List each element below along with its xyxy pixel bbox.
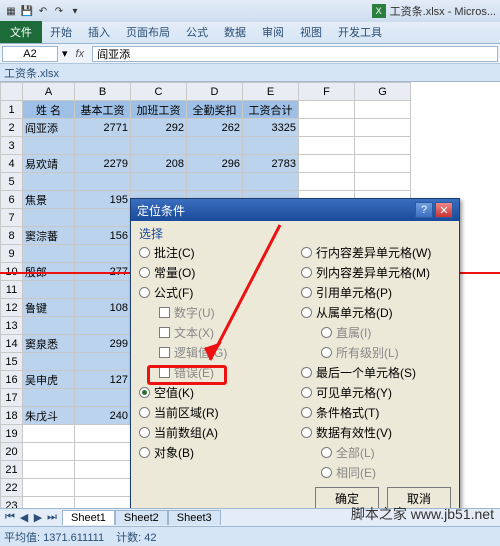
option-空值(K)[interactable]: 空值(K) <box>139 384 289 401</box>
option-对象(B)[interactable]: 对象(B) <box>139 444 289 461</box>
formula-bar[interactable]: 阎亚添 <box>92 46 498 62</box>
option-公式(F)[interactable]: 公式(F) <box>139 284 289 301</box>
option-相同(E): 相同(E) <box>321 464 451 481</box>
option-逻辑值(G): 逻辑值(G) <box>159 344 289 361</box>
option-错误(E): 错误(E) <box>159 364 289 381</box>
option-引用单元格(P)[interactable]: 引用单元格(P) <box>301 284 451 301</box>
window-title: X 工资条.xlsx - Micros... <box>372 3 496 19</box>
dialog-section-label: 选择 <box>139 225 451 242</box>
dialog-titlebar[interactable]: 定位条件 ? ✕ <box>131 199 459 221</box>
option-行内容差异单元格(W)[interactable]: 行内容差异单元格(W) <box>301 244 451 261</box>
goto-special-dialog: 定位条件 ? ✕ 选择 批注(C) 常量(O) 公式(F) 数字(U) 文本(X) 逻辑值… <box>130 198 460 518</box>
option-条件格式(T)[interactable]: 条件格式(T) <box>301 404 451 421</box>
fx-label: fx <box>72 48 89 60</box>
option-当前区域(R)[interactable]: 当前区域(R) <box>139 404 289 421</box>
tab-insert[interactable]: 插入 <box>80 21 118 43</box>
sheet-tab-3[interactable]: Sheet3 <box>168 510 221 525</box>
close-icon[interactable]: ✕ <box>435 202 453 218</box>
save-icon[interactable]: 💾 <box>20 4 34 18</box>
watermark: 脚本之家 www.jb51.net <box>351 504 494 524</box>
status-count: 计数: 42 <box>116 529 156 545</box>
dialog-title: 定位条件 <box>137 202 185 219</box>
excel-icon: ▦ <box>4 4 18 18</box>
option-从属单元格(D)[interactable]: 从属单元格(D) <box>301 304 451 321</box>
tab-layout[interactable]: 页面布局 <box>118 21 178 43</box>
redo-icon[interactable]: ↷ <box>52 4 66 18</box>
dialog-right-column: 行内容差异单元格(W) 列内容差异单元格(M) 引用单元格(P) 从属单元格(D) 直属… <box>301 244 451 481</box>
sheet-nav[interactable]: ⏮◀▶⏭ <box>0 511 62 524</box>
more-icon[interactable]: ▾ <box>68 4 82 18</box>
option-批注(C)[interactable]: 批注(C) <box>139 244 289 261</box>
option-常量(O)[interactable]: 常量(O) <box>139 264 289 281</box>
option-文本(X): 文本(X) <box>159 324 289 341</box>
option-数据有效性(V)[interactable]: 数据有效性(V) <box>301 424 451 441</box>
sheet-tab-2[interactable]: Sheet2 <box>115 510 168 525</box>
sheet-tab-1[interactable]: Sheet1 <box>62 510 115 525</box>
help-icon[interactable]: ? <box>415 202 433 218</box>
option-直属(I): 直属(I) <box>321 324 451 341</box>
tab-home[interactable]: 开始 <box>42 21 80 43</box>
tab-review[interactable]: 审阅 <box>254 21 292 43</box>
dialog-left-column: 批注(C) 常量(O) 公式(F) 数字(U) 文本(X) 逻辑值(G) 错误(E) 空值(K… <box>139 244 289 481</box>
quick-access-toolbar: ▦ 💾 ↶ ↷ ▾ <box>4 4 82 18</box>
dropdown-icon[interactable]: ▾ <box>62 47 68 60</box>
tab-data[interactable]: 数据 <box>216 21 254 43</box>
option-最后一个单元格(S)[interactable]: 最后一个单元格(S) <box>301 364 451 381</box>
workbook-name: 工资条.xlsx <box>0 64 500 82</box>
option-可见单元格(Y)[interactable]: 可见单元格(Y) <box>301 384 451 401</box>
file-icon: X <box>372 4 386 18</box>
option-数字(U): 数字(U) <box>159 304 289 321</box>
name-box[interactable]: A2 <box>2 46 58 62</box>
ribbon: 文件 开始 插入 页面布局 公式 数据 审阅 视图 开发工具 <box>0 22 500 44</box>
option-所有级别(L): 所有级别(L) <box>321 344 451 361</box>
option-当前数组(A)[interactable]: 当前数组(A) <box>139 424 289 441</box>
tab-formulas[interactable]: 公式 <box>178 21 216 43</box>
undo-icon[interactable]: ↶ <box>36 4 50 18</box>
formula-bar-row: A2 ▾ fx 阎亚添 <box>0 44 500 64</box>
status-bar: 平均值: 1371.611111 计数: 42 <box>0 526 500 546</box>
tab-file[interactable]: 文件 <box>0 21 42 43</box>
option-列内容差异单元格(M)[interactable]: 列内容差异单元格(M) <box>301 264 451 281</box>
titlebar: ▦ 💾 ↶ ↷ ▾ X 工资条.xlsx - Micros... <box>0 0 500 22</box>
tab-view[interactable]: 视图 <box>292 21 330 43</box>
tab-dev[interactable]: 开发工具 <box>330 21 390 43</box>
option-全部(L): 全部(L) <box>321 444 451 461</box>
status-average: 平均值: 1371.611111 <box>4 529 104 545</box>
